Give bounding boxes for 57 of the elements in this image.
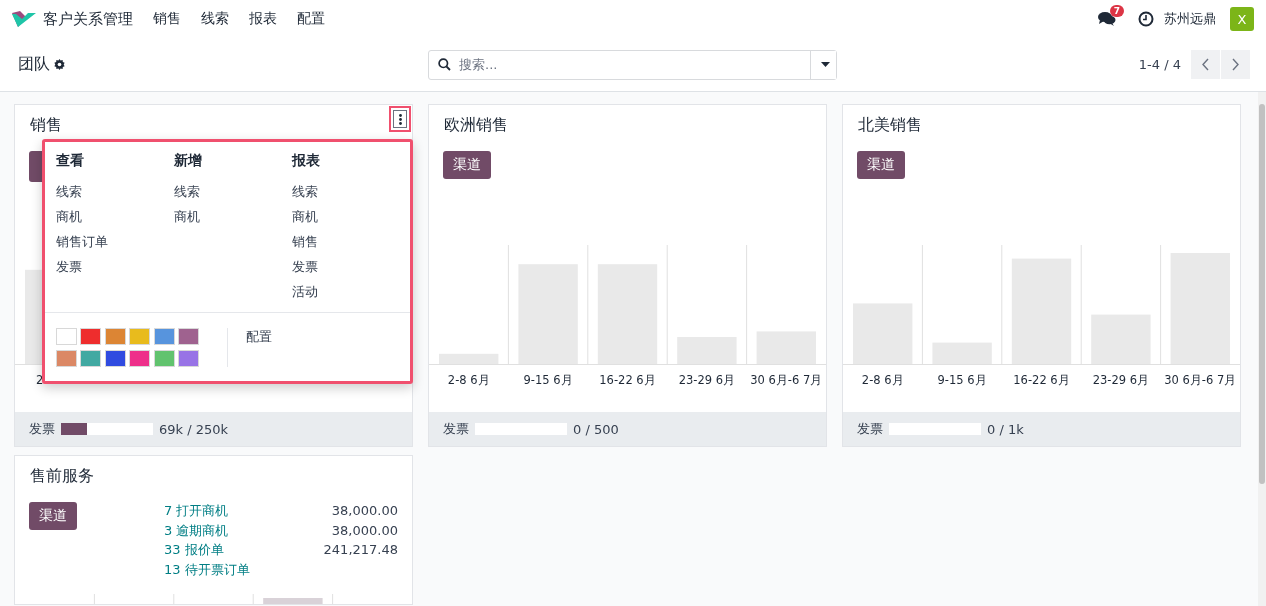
footer-label: 发票 bbox=[443, 420, 469, 438]
menu-item[interactable]: 销售 bbox=[292, 229, 399, 254]
page-title: 团队 bbox=[18, 54, 50, 75]
chart-axis-label: 2-8 6月 bbox=[860, 373, 905, 389]
menu-section-heading: 报表 bbox=[292, 152, 321, 170]
pipeline-button[interactable]: 渠道 bbox=[857, 151, 905, 179]
stat-amount: 38,000.00 bbox=[330, 502, 398, 520]
menu-item[interactable]: 商机 bbox=[56, 204, 174, 229]
menu-item[interactable]: 线索 bbox=[56, 179, 174, 204]
pipeline-button[interactable]: 渠道 bbox=[443, 151, 491, 179]
progress-value: 69k / 250k bbox=[159, 421, 229, 437]
progress-value: 0 / 500 bbox=[573, 421, 619, 437]
chart-axis-label: 23-29 6月 bbox=[677, 373, 737, 389]
company-name[interactable]: 苏州远鼎 bbox=[1164, 10, 1216, 28]
menu-item[interactable]: 报表 bbox=[239, 10, 287, 28]
footer-label: 发票 bbox=[857, 420, 883, 438]
chart-axis-label: 2-8 6月 bbox=[446, 373, 491, 389]
chart-axis-label: 23-29 6月 bbox=[1091, 373, 1151, 389]
chart-axis-label: 30 6月-6 7月 bbox=[749, 373, 824, 389]
search-field[interactable]: 搜索... bbox=[457, 56, 810, 73]
pipeline-button[interactable]: 渠道 bbox=[29, 502, 77, 530]
stat-link[interactable]: 33 报价单 bbox=[164, 540, 282, 560]
menu-item[interactable]: 线索 bbox=[191, 10, 239, 28]
stat-link[interactable]: 3 逾期商机 bbox=[164, 520, 282, 541]
menu-item[interactable]: 线索 bbox=[292, 179, 399, 204]
pager-value[interactable]: 1-4 / 4 bbox=[1138, 57, 1181, 72]
chart-axis-label: 30 6月-6 7月 bbox=[1163, 373, 1238, 389]
footer-label: 发票 bbox=[29, 420, 55, 438]
chart-axis-label: 9-15 6月 bbox=[522, 373, 574, 389]
stat-link[interactable]: 7 打开商机 bbox=[164, 501, 282, 521]
menu-item[interactable]: 销售 bbox=[143, 10, 191, 28]
chart-axis-label: 16-22 6月 bbox=[1012, 373, 1071, 389]
stat-amount: 241,217.48 bbox=[322, 541, 398, 560]
chart-axis-label: 16-22 6月 bbox=[598, 373, 657, 389]
configure-link[interactable]: 配置 bbox=[245, 328, 272, 346]
menu-section-heading: 查看 bbox=[56, 152, 85, 170]
card-title[interactable]: 售前服务 bbox=[15, 456, 412, 492]
menu-item[interactable]: 配置 bbox=[287, 10, 335, 28]
menu-item[interactable]: 销售订单 bbox=[56, 229, 174, 254]
menu-item[interactable]: 发票 bbox=[292, 254, 399, 279]
menu-item[interactable]: 线索 bbox=[174, 179, 292, 204]
search-bar[interactable]: 搜索... bbox=[428, 49, 837, 80]
progress-value: 0 / 1k bbox=[987, 421, 1024, 437]
card-title[interactable]: 销售 bbox=[15, 105, 412, 141]
menu-item[interactable]: 商机 bbox=[174, 204, 292, 229]
card-title[interactable]: 北美销售 bbox=[843, 105, 1240, 141]
chart-axis-label: 9-15 6月 bbox=[936, 373, 988, 389]
menu-item[interactable]: 发票 bbox=[56, 254, 174, 279]
stat-link[interactable]: 13 待开票订单 bbox=[164, 559, 282, 580]
message-count-badge: 7 bbox=[1109, 5, 1124, 17]
menu-section-heading: 新增 bbox=[174, 152, 203, 170]
chart-axis-label: 2 bbox=[35, 373, 45, 389]
menu-item[interactable]: 商机 bbox=[292, 204, 399, 229]
card-title[interactable]: 欧洲销售 bbox=[429, 105, 826, 141]
stat-amount: 38,000.00 bbox=[330, 521, 398, 540]
app-name: 客户关系管理 bbox=[43, 9, 133, 29]
menu-item[interactable]: 活动 bbox=[292, 279, 399, 304]
